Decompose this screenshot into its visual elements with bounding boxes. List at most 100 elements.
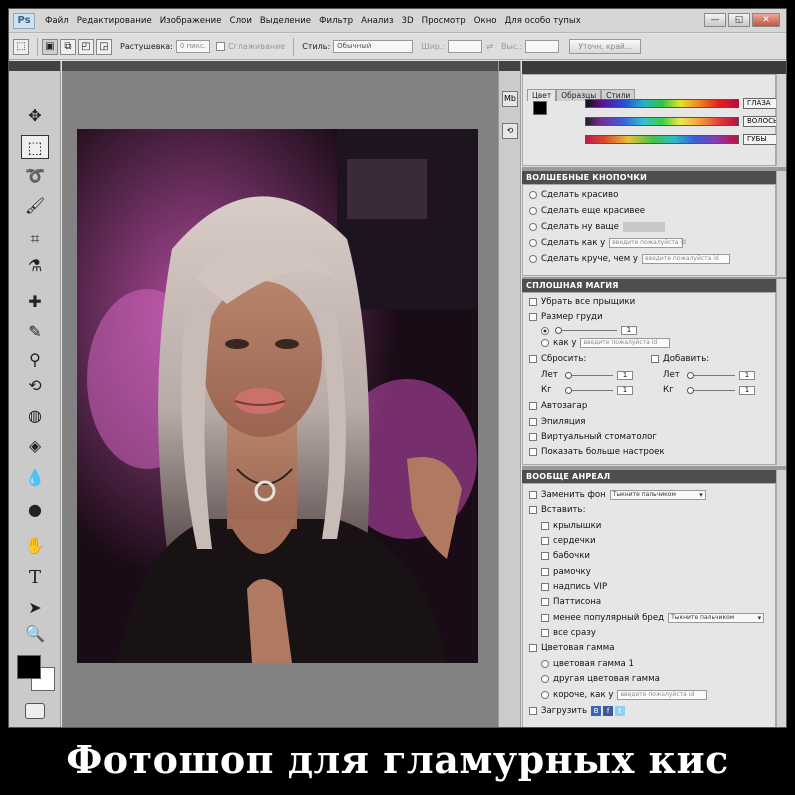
id-input[interactable]: введите пожалуйста id [609,238,686,248]
color-gamma-option[interactable]: Цветовая гамма [529,643,615,653]
path-select-icon[interactable]: ➤ [21,595,49,619]
hair-gradient-slider[interactable] [585,117,739,126]
type-icon[interactable]: T [21,565,49,589]
checkbox-icon[interactable] [529,298,537,306]
add-option[interactable]: Добавить: [651,354,709,364]
lasso-icon[interactable]: ➰ [21,163,49,187]
subtract-selection-icon[interactable]: ◰ [78,38,94,55]
replace-bg-option[interactable]: Заменить фон Тыкните пальчиком [529,490,706,500]
radio-icon[interactable] [541,675,549,683]
breast-size-slider[interactable] [555,327,617,334]
add-kg-slider[interactable] [687,386,735,394]
checkbox-icon[interactable] [541,614,549,622]
insert-vip[interactable]: надпись VIP [541,582,607,592]
antialias-checkbox[interactable] [216,42,226,51]
checkbox-icon[interactable] [529,644,537,652]
menu-window[interactable]: Окно [474,16,497,26]
width-input[interactable] [448,40,483,53]
checkbox-icon[interactable] [541,598,549,606]
crop-icon[interactable]: ⌗ [21,227,49,251]
checkbox-icon[interactable] [529,418,537,426]
reset-kg-slider[interactable] [565,386,613,394]
marquee-preset-icon[interactable]: ⬚ [13,38,29,55]
zoom-icon[interactable]: 🔍 [21,621,49,645]
eyedropper-icon[interactable]: ⚗ [21,253,49,277]
id-input[interactable]: введите пожалуйста id [642,254,731,264]
make-pretty-option[interactable]: Сделать красиво [529,190,618,200]
height-input[interactable] [525,40,560,53]
feather-input[interactable]: 0 пикс. [175,40,211,53]
history-brush-icon[interactable]: ⟲ [21,373,49,397]
breast-size-option[interactable]: Размер груди [529,312,603,322]
gradient-icon[interactable]: ◈ [21,433,49,457]
upload-option[interactable]: Загрузить В f t [529,706,626,716]
gamma-1-option[interactable]: цветовая гамма 1 [541,659,634,669]
mini-bridge-icon[interactable]: Mb [502,91,518,107]
checkbox-icon[interactable] [541,568,549,576]
menu-3d[interactable]: 3D [402,16,414,26]
insert-pattinson[interactable]: Паттисона [541,597,601,607]
add-years-slider[interactable] [687,371,735,379]
add-years-value[interactable]: 1 [739,370,755,380]
menu-select[interactable]: Выделение [260,16,311,26]
checkbox-icon[interactable] [529,707,537,715]
remove-pimples-option[interactable]: Убрать все прыщики [529,297,635,307]
id-input[interactable]: введите пожалуйста id [580,338,671,348]
intersect-selection-icon[interactable]: ◲ [96,38,112,55]
checkbox-icon[interactable] [529,433,537,441]
checkbox-icon[interactable] [541,522,549,530]
radio-icon[interactable] [541,691,549,699]
swap-icon[interactable]: ⇄ [486,42,493,51]
tools-panel-header[interactable] [9,61,60,71]
replace-bg-dropdown[interactable]: Тыкните пальчиком [609,490,706,500]
radio-icon[interactable] [529,255,537,263]
gamma-other-option[interactable]: другая цветовая гамма [541,674,660,684]
add-kg-value[interactable]: 1 [739,385,755,395]
checkbox-icon[interactable] [651,355,659,363]
history-icon[interactable]: ⟲ [502,123,518,139]
breast-like-row[interactable]: как у введите пожалуйста id [541,338,671,348]
gamma-like-option[interactable]: короче, как у введите пожалуйста id [541,690,708,700]
solid-magic-scrollbar[interactable] [776,279,786,465]
quick-select-icon[interactable]: 🖌 [21,193,49,217]
checkbox-icon[interactable] [529,506,537,514]
checkbox-icon[interactable] [529,355,537,363]
healing-brush-icon[interactable]: ✚ [21,289,49,313]
facebook-icon[interactable]: f [603,706,614,716]
reset-years-slider[interactable] [565,371,613,379]
brush-icon[interactable]: ✎ [21,319,49,343]
radio-icon[interactable] [529,207,537,215]
blur-icon[interactable]: 💧 [21,465,49,489]
insert-less-popular[interactable]: менее популярный бред Тыкните пальчиком [541,613,765,623]
insert-option[interactable]: Вставить: [529,505,586,515]
dodge-icon[interactable]: ● [21,497,49,521]
insert-frame[interactable]: рамочку [541,567,591,577]
eraser-icon[interactable]: ◍ [21,403,49,427]
hand-icon[interactable]: ✋ [21,533,49,557]
insert-hearts[interactable]: сердечки [541,536,596,546]
twitter-icon[interactable]: t [615,706,626,716]
lips-gradient-slider[interactable] [585,135,739,144]
insert-all[interactable]: все сразу [541,628,596,638]
vk-icon[interactable]: В [591,706,602,716]
marquee-icon[interactable]: ⬚ [21,135,49,159]
restore-button[interactable]: ◱ [728,13,750,27]
radio-icon[interactable] [541,339,549,347]
epilation-option[interactable]: Эпиляция [529,417,585,427]
make-wow-option[interactable]: Сделать ну ваще [529,222,665,232]
checkbox-icon[interactable] [541,537,549,545]
move-icon[interactable]: ✥ [21,103,49,127]
insert-butterflies[interactable]: бабочки [541,551,590,561]
reset-kg-value[interactable]: 1 [617,385,633,395]
tan-option[interactable]: Автозагар [529,401,587,411]
checkbox-icon[interactable] [541,583,549,591]
menu-image[interactable]: Изображение [160,16,222,26]
new-selection-icon[interactable]: ▣ [42,38,58,55]
magic-buttons-scrollbar[interactable] [776,171,786,276]
virtual-dentist-option[interactable]: Виртуальный стоматолог [529,432,657,442]
menu-file[interactable]: Файл [45,16,69,26]
foreground-color-swatch[interactable] [17,655,41,679]
reset-years-value[interactable]: 1 [617,370,633,380]
portrait-photo[interactable] [77,129,478,663]
radio-icon[interactable] [529,191,537,199]
